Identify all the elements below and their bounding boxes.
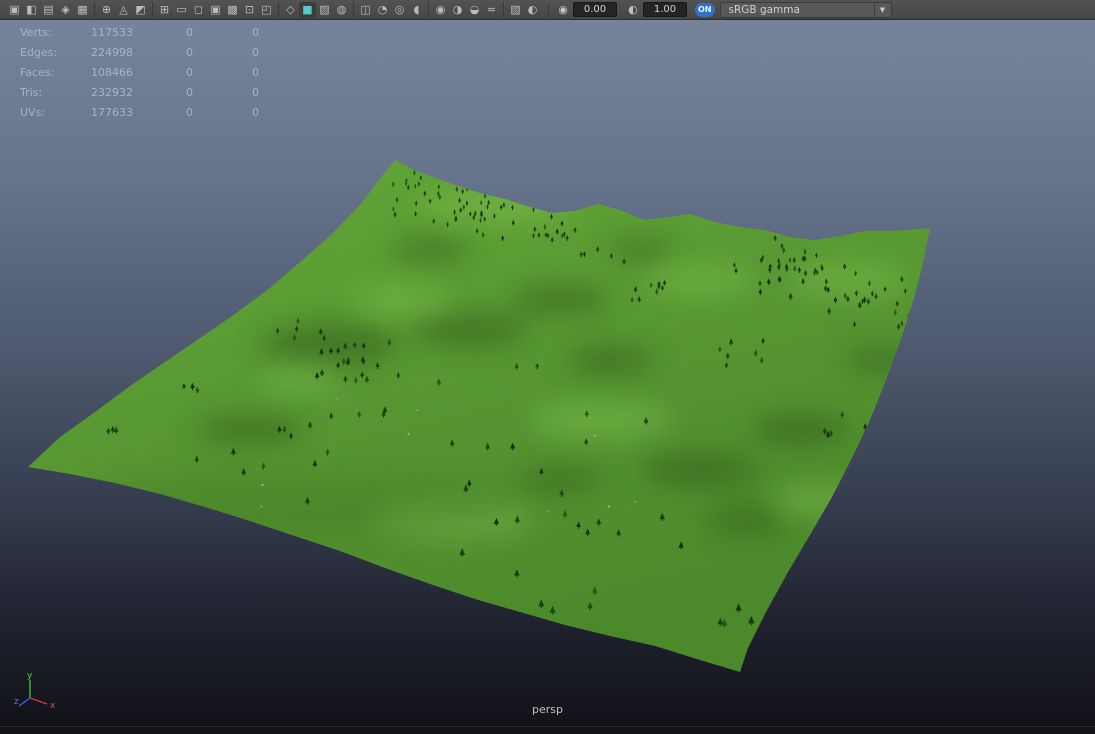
hud-total: 117533 <box>91 26 133 40</box>
toolbar-group-lighting-effects: ◉ ◑ ◒ ≈ <box>428 1 503 18</box>
gamma-icon[interactable]: ◐ <box>625 2 641 18</box>
smooth-shade-all-icon[interactable]: ■ <box>299 1 316 18</box>
axis-y-label: y <box>27 671 33 681</box>
chevron-down-icon[interactable]: ▼ <box>873 2 891 17</box>
hud-label: Faces: <box>20 65 55 79</box>
grid-icon[interactable]: ⊞ <box>156 2 173 18</box>
viewport-3d[interactable]: Verts: 117533 0 0 Edges: 224998 0 0 Face… <box>0 20 1095 726</box>
hud-col2: 0 <box>186 65 193 79</box>
hud-col3: 0 <box>252 26 259 40</box>
hud-col2: 0 <box>186 105 193 119</box>
exposure-field[interactable]: 0.00 <box>573 2 617 17</box>
colorspace-on-toggle[interactable]: ON <box>695 2 715 17</box>
hud-col2: 0 <box>186 46 193 60</box>
hud-total: 232932 <box>91 85 133 99</box>
toolbar-group-display-overrides: ◫ ◔ ◎ ◖ <box>353 1 428 18</box>
hud-col3: 0 <box>252 46 259 60</box>
toolbar-icon-groups: ▣ ◧ ▤ ◈ ▦ ⊕ ◬ ◩ ⊞ ▭ ◻ ▣ ▩ ⊡ ◰ ◇ ■ ▨ ◍ ◫ ◔ ◎ ◖ ◉ ◑ ◒ ≈ ▧ ◐ <box>3 0 544 20</box>
hud-col3: 0 <box>252 105 259 119</box>
toolbar-group-camera-tools: ▣ ◧ ▤ ◈ ▦ <box>3 2 94 18</box>
textured-icon[interactable]: ▨ <box>316 2 333 18</box>
hud-row-faces: Faces: 108466 0 0 <box>20 63 259 83</box>
gamma-field[interactable]: 1.00 <box>643 2 687 17</box>
select-camera-icon[interactable]: ▣ <box>6 2 23 18</box>
exposure-icon[interactable]: ◉ <box>555 2 571 18</box>
use-default-material-icon[interactable]: ◍ <box>333 2 350 18</box>
screen-space-ao-icon[interactable]: ◒ <box>466 2 483 18</box>
multisample-aa-icon[interactable]: ▧ <box>507 2 524 18</box>
hud-row-uvs: UVs: 177633 0 0 <box>20 102 259 122</box>
hud-total: 108466 <box>91 65 133 79</box>
safe-title-icon[interactable]: ◰ <box>258 2 275 18</box>
scene-terrain <box>28 160 930 672</box>
xray-icon[interactable]: ◔ <box>374 2 391 18</box>
image-plane-icon[interactable]: ▦ <box>74 2 91 18</box>
hud-total: 224998 <box>91 46 133 60</box>
film-gate-icon[interactable]: ▭ <box>173 2 190 18</box>
toolbar-separator <box>548 2 549 17</box>
pan-zoom-2d-icon[interactable]: ⊕ <box>98 2 115 18</box>
hud-poly-count: Verts: 117533 0 0 Edges: 224998 0 0 Face… <box>20 23 259 122</box>
xray-joints-icon[interactable]: ◎ <box>391 2 408 18</box>
panel-toolbar: ▣ ◧ ▤ ◈ ▦ ⊕ ◬ ◩ ⊞ ▭ ◻ ▣ ▩ ⊡ ◰ ◇ ■ ▨ ◍ ◫ ◔ ◎ ◖ ◉ ◑ ◒ ≈ ▧ ◐ ◉ 0.00 ◐ 1… <box>0 0 1095 20</box>
toolbar-group-gates: ⊞ ▭ ◻ ▣ ▩ ⊡ ◰ <box>152 1 278 18</box>
hud-col3: 0 <box>252 65 259 79</box>
camera-name-label: persp <box>532 703 563 716</box>
hud-row-verts: Verts: 117533 0 0 <box>20 23 259 43</box>
hud-row-edges: Edges: 224998 0 0 <box>20 43 259 63</box>
depth-of-field-icon[interactable]: ◐ <box>524 2 541 18</box>
hud-row-tris: Tris: 232932 0 0 <box>20 82 259 102</box>
hud-col2: 0 <box>186 85 193 99</box>
isolate-select-icon[interactable]: ◖ <box>408 2 425 18</box>
colorspace-value: sRGB gamma <box>728 3 800 16</box>
hud-label: Edges: <box>20 46 58 60</box>
toolbar-group-shading-modes: ◇ ■ ▨ ◍ <box>278 1 353 18</box>
resolution-gate-icon[interactable]: ◻ <box>190 2 207 18</box>
lock-camera-icon[interactable]: ◧ <box>23 2 40 18</box>
bookmarks-icon[interactable]: ◈ <box>57 2 74 18</box>
hud-total: 177633 <box>91 105 133 119</box>
maya-viewport-panel: ▣ ◧ ▤ ◈ ▦ ⊕ ◬ ◩ ⊞ ▭ ◻ ▣ ▩ ⊡ ◰ ◇ ■ ▨ ◍ ◫ ◔ ◎ ◖ ◉ ◑ ◒ ≈ ▧ ◐ ◉ 0.00 ◐ 1… <box>0 0 1095 734</box>
field-chart-icon[interactable]: ▩ <box>224 2 241 18</box>
hud-label: UVs: <box>20 105 46 119</box>
snapshot-icon[interactable]: ◩ <box>132 2 149 18</box>
grease-pencil-icon[interactable]: ◬ <box>115 2 132 18</box>
safe-action-icon[interactable]: ⊡ <box>241 2 258 18</box>
toolbar-group-quality: ▧ ◐ <box>503 1 544 18</box>
motion-blur-icon[interactable]: ≈ <box>483 2 500 18</box>
gate-mask-icon[interactable]: ▣ <box>207 2 224 18</box>
hud-label: Verts: <box>20 26 52 40</box>
colorspace-dropdown[interactable]: sRGB gamma ▼ <box>719 1 892 18</box>
panel-edge <box>0 726 1095 734</box>
hud-col2: 0 <box>186 26 193 40</box>
wireframe-on-shaded-icon[interactable]: ◫ <box>357 2 374 18</box>
hud-label: Tris: <box>20 85 43 99</box>
use-all-lights-icon[interactable]: ◉ <box>432 2 449 18</box>
wireframe-icon[interactable]: ◇ <box>282 2 299 18</box>
hud-col3: 0 <box>252 85 259 99</box>
camera-attributes-icon[interactable]: ▤ <box>40 2 57 18</box>
shadows-icon[interactable]: ◑ <box>449 2 466 18</box>
toolbar-group-view-tools: ⊕ ◬ ◩ <box>94 1 152 18</box>
